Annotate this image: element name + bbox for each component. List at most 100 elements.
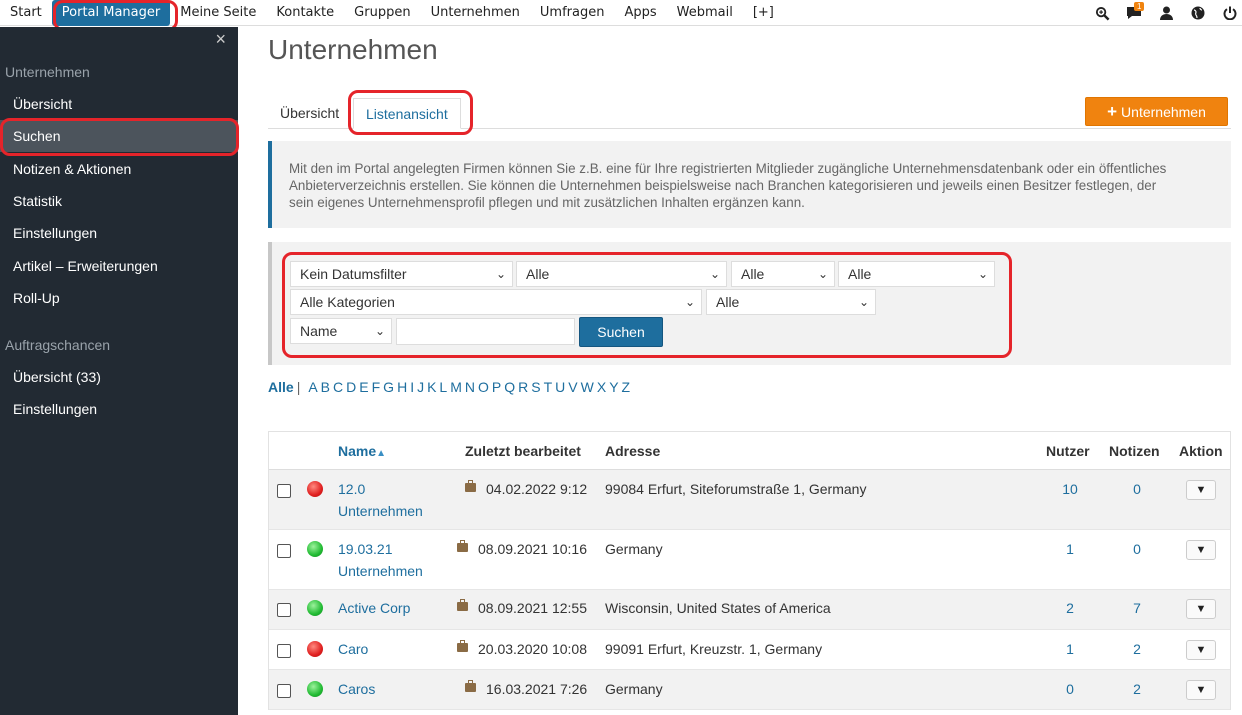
search-input[interactable] bbox=[396, 318, 575, 345]
alphabet-letter[interactable]: K bbox=[427, 379, 436, 395]
alphabet-letter[interactable]: V bbox=[568, 379, 577, 395]
chevron-down-icon[interactable]: ▼ bbox=[1186, 680, 1216, 700]
alphabet-letter[interactable]: T bbox=[544, 379, 553, 395]
nav-portal-manager[interactable]: Portal Manager bbox=[51, 0, 171, 26]
chevron-down-icon[interactable]: ▼ bbox=[1186, 599, 1216, 619]
sidebar-item-artikel-erweiterungen[interactable]: Artikel – Erweiterungen bbox=[0, 250, 238, 282]
nav-apps[interactable]: Apps bbox=[614, 0, 666, 26]
nav-gruppen[interactable]: Gruppen bbox=[344, 0, 420, 26]
row-checkbox[interactable] bbox=[277, 544, 291, 558]
column-header-name[interactable]: Name▲ bbox=[338, 432, 386, 473]
alphabet-letter[interactable]: Y bbox=[609, 379, 618, 395]
company-name-link[interactable]: 19.03.21 Unternehmen bbox=[338, 538, 423, 582]
chevron-down-icon: ⌄ bbox=[374, 324, 385, 338]
nav-unternehmen[interactable]: Unternehmen bbox=[421, 0, 530, 26]
alphabet-letter[interactable]: L bbox=[439, 379, 447, 395]
nav-webmail[interactable]: Webmail bbox=[667, 0, 743, 26]
users-count[interactable]: 1 bbox=[1055, 538, 1085, 560]
notes-count[interactable]: 0 bbox=[1122, 478, 1152, 500]
sidebar-item-notizen[interactable]: Notizen & Aktionen bbox=[0, 153, 238, 185]
company-name-link[interactable]: Active Corp bbox=[338, 597, 410, 619]
briefcase-icon bbox=[457, 640, 468, 652]
filter-select-6[interactable]: Alle ⌄ bbox=[706, 289, 876, 315]
sidebar-item-auftrag-uebersicht[interactable]: Übersicht (33) bbox=[0, 361, 238, 393]
tab-listenansicht[interactable]: Listenansicht bbox=[353, 98, 461, 129]
alphabet-letter[interactable]: N bbox=[465, 379, 475, 395]
company-name-link[interactable]: Caro bbox=[338, 638, 368, 660]
chevron-down-icon[interactable]: ▼ bbox=[1186, 480, 1216, 500]
date-filter-select[interactable]: Kein Datumsfilter ⌄ bbox=[290, 261, 513, 287]
sidebar-item-einstellungen[interactable]: Einstellungen bbox=[0, 217, 238, 249]
alphabet-letter[interactable]: Q bbox=[504, 379, 515, 395]
notes-count[interactable]: 2 bbox=[1122, 678, 1152, 700]
alphabet-letter[interactable]: W bbox=[581, 379, 594, 395]
nav-umfragen[interactable]: Umfragen bbox=[530, 0, 615, 26]
power-icon[interactable] bbox=[1218, 0, 1242, 26]
sidebar-item-uebersicht[interactable]: Übersicht bbox=[0, 88, 238, 120]
filter-select-4[interactable]: Alle ⌄ bbox=[838, 261, 995, 287]
alphabet-letter[interactable]: S bbox=[531, 379, 540, 395]
alphabet-letter[interactable]: O bbox=[478, 379, 489, 395]
filter-select-3[interactable]: Alle ⌄ bbox=[731, 261, 835, 287]
alphabet-letter[interactable]: F bbox=[372, 379, 381, 395]
alphabet-letter[interactable]: J bbox=[417, 379, 424, 395]
user-icon[interactable] bbox=[1154, 0, 1178, 26]
alphabet-all[interactable]: Alle bbox=[268, 379, 294, 395]
chevron-down-icon[interactable]: ▼ bbox=[1186, 540, 1216, 560]
close-icon[interactable]: × bbox=[215, 29, 226, 50]
alphabet-letter[interactable]: H bbox=[397, 379, 407, 395]
tab-uebersicht[interactable]: Übersicht bbox=[268, 98, 351, 129]
sidebar-item-roll-up[interactable]: Roll-Up bbox=[0, 282, 238, 314]
notes-count[interactable]: 0 bbox=[1122, 538, 1152, 560]
notes-count[interactable]: 2 bbox=[1122, 638, 1152, 660]
sidebar: × Unternehmen Übersicht Suchen Notizen &… bbox=[0, 27, 238, 715]
filter-select-6-value: Alle bbox=[716, 294, 740, 310]
globe-icon[interactable] bbox=[1186, 0, 1210, 26]
alphabet-letter[interactable]: E bbox=[359, 379, 368, 395]
column-header-name-label: Name bbox=[338, 443, 377, 459]
nav-add[interactable]: [+] bbox=[743, 0, 784, 26]
sidebar-item-statistik[interactable]: Statistik bbox=[0, 185, 238, 217]
filter-select-2[interactable]: Alle ⌄ bbox=[516, 261, 727, 287]
category-select[interactable]: Alle Kategorien ⌄ bbox=[290, 289, 702, 315]
chat-icon[interactable]: 1 bbox=[1122, 0, 1146, 26]
alphabet-letter[interactable]: U bbox=[555, 379, 565, 395]
company-table: Name▲ Zuletzt bearbeitet Adresse Nutzer … bbox=[268, 431, 1231, 710]
status-dot-red bbox=[307, 481, 323, 497]
alphabet-letter[interactable]: R bbox=[518, 379, 528, 395]
alphabet-letter[interactable]: D bbox=[346, 379, 356, 395]
row-checkbox[interactable] bbox=[277, 684, 291, 698]
notes-count[interactable]: 7 bbox=[1122, 597, 1152, 619]
alphabet-letter[interactable]: G bbox=[383, 379, 394, 395]
add-company-button[interactable]: + Unternehmen bbox=[1085, 97, 1228, 126]
row-checkbox[interactable] bbox=[277, 603, 291, 617]
filter-select-3-value: Alle bbox=[741, 266, 765, 282]
users-count[interactable]: 1 bbox=[1055, 638, 1085, 660]
alphabet-letter[interactable]: B bbox=[321, 379, 330, 395]
row-checkbox[interactable] bbox=[277, 484, 291, 498]
alphabet-letter[interactable]: C bbox=[333, 379, 343, 395]
company-name-link[interactable]: Caros bbox=[338, 678, 375, 700]
alphabet-letter[interactable]: X bbox=[597, 379, 606, 395]
nav-kontakte[interactable]: Kontakte bbox=[266, 0, 344, 26]
nav-start[interactable]: Start bbox=[0, 0, 52, 26]
search-field-select[interactable]: Name ⌄ bbox=[290, 318, 392, 344]
company-name-link[interactable]: 12.0 Unternehmen bbox=[338, 478, 423, 522]
alphabet-letter[interactable]: M bbox=[450, 379, 462, 395]
nav-meine-seite[interactable]: Meine Seite bbox=[170, 0, 266, 26]
sidebar-item-auftrag-einstellungen[interactable]: Einstellungen bbox=[0, 393, 238, 425]
alphabet-letter[interactable]: Z bbox=[622, 379, 631, 395]
users-count[interactable]: 2 bbox=[1055, 597, 1085, 619]
users-count[interactable]: 10 bbox=[1055, 478, 1085, 500]
category-select-value: Alle Kategorien bbox=[300, 294, 395, 310]
search-icon[interactable] bbox=[1090, 0, 1114, 26]
chevron-down-icon[interactable]: ▼ bbox=[1186, 640, 1216, 660]
row-checkbox[interactable] bbox=[277, 644, 291, 658]
alphabet-letter[interactable]: P bbox=[492, 379, 501, 395]
sidebar-item-suchen[interactable]: Suchen bbox=[0, 120, 238, 152]
users-count[interactable]: 0 bbox=[1055, 678, 1085, 700]
alphabet-letter[interactable]: I bbox=[410, 379, 414, 395]
alphabet-letter[interactable]: A bbox=[308, 379, 317, 395]
chevron-down-icon: ⌄ bbox=[977, 267, 988, 281]
search-button[interactable]: Suchen bbox=[579, 317, 663, 347]
